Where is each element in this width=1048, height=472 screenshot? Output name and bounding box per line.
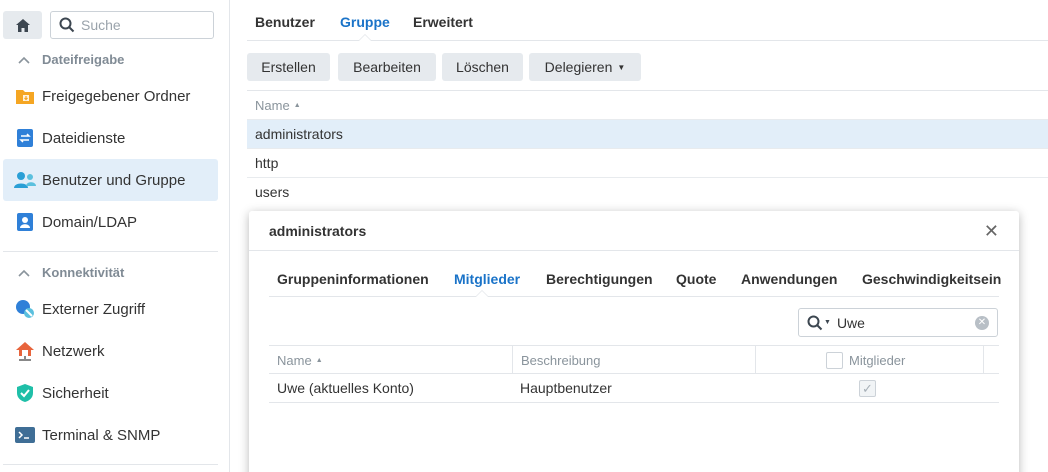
create-button[interactable]: Erstellen [247, 53, 330, 81]
table-row[interactable]: Uwe (aktuelles Konto) Hauptbenutzer ✓ [269, 374, 999, 403]
main-tabs: Benutzer Gruppe Erweitert [247, 0, 1048, 41]
users-icon [14, 169, 36, 191]
sidebar-item-label: Domain/LDAP [42, 213, 138, 231]
sort-asc-icon: ▲ [315, 356, 323, 364]
column-name[interactable]: Name ▲ [269, 346, 512, 374]
tab-geschwindigkeit[interactable]: Geschwindigkeitsein [862, 271, 1001, 287]
dialog-tabs: Gruppeninformationen Mitglieder Berechti… [269, 269, 1001, 297]
dialog-divider [249, 250, 1019, 251]
column-spacer [983, 346, 999, 374]
sidebar-item-terminal-snmp[interactable]: Terminal & SNMP [3, 414, 218, 456]
section-label: Konnektivität [42, 265, 125, 280]
search-input[interactable] [81, 17, 201, 33]
member-search-input[interactable] [836, 314, 967, 331]
table-header-name[interactable]: Name ▲ [247, 90, 1048, 119]
search-icon [807, 315, 823, 330]
sidebar-item-users-groups[interactable]: Benutzer und Gruppe [3, 159, 218, 201]
sidebar-item-label: Benutzer und Gruppe [42, 171, 186, 189]
sidebar-item-domain-ldap[interactable]: Domain/LDAP [3, 201, 218, 243]
member-description: Hauptbenutzer [520, 380, 612, 396]
tab-anwendungen[interactable]: Anwendungen [741, 271, 837, 287]
tab-quote[interactable]: Quote [676, 271, 716, 287]
sidebar-item-label: Sicherheit [42, 384, 109, 402]
shield-icon [14, 382, 36, 404]
select-all-checkbox[interactable] [826, 351, 843, 369]
sidebar-divider [3, 251, 218, 252]
sidebar-item-external-access[interactable]: Externer Zugriff [3, 288, 218, 330]
sidebar-item-label: Terminal & SNMP [42, 426, 161, 444]
network-icon [14, 340, 36, 362]
sort-asc-icon: ▲ [293, 101, 301, 109]
sidebar: Dateifreigabe Freigegebener Ordner Datei… [0, 0, 230, 472]
section-label: Dateifreigabe [42, 52, 125, 67]
tab-berechtigungen[interactable]: Berechtigungen [546, 271, 653, 287]
active-tab-indicator [358, 34, 372, 41]
caret-down-icon[interactable]: ▼ [824, 319, 831, 326]
external-access-icon [14, 298, 36, 320]
dialog-title: administrators [269, 223, 367, 239]
table-row[interactable]: users [247, 177, 1048, 206]
tab-mitglieder[interactable]: Mitglieder [454, 271, 520, 287]
section-dateifreigabe[interactable]: Dateifreigabe [18, 52, 124, 67]
member-checkbox-cell: ✓ [755, 374, 983, 402]
home-button[interactable] [3, 11, 42, 39]
chevron-up-icon [18, 265, 32, 280]
sidebar-item-shared-folder[interactable]: Freigegebener Ordner [3, 75, 218, 117]
edit-button[interactable]: Bearbeiten [338, 53, 436, 81]
delete-button[interactable]: Löschen [442, 53, 523, 81]
delegate-button[interactable]: Delegieren ▼ [529, 53, 641, 81]
sidebar-item-security[interactable]: Sicherheit [3, 372, 218, 414]
sidebar-item-network[interactable]: Netzwerk [3, 330, 218, 372]
section-konnektivitaet[interactable]: Konnektivität [18, 265, 124, 280]
member-search-field[interactable]: ▼ ✕ [798, 308, 998, 337]
sidebar-item-label: Dateidienste [42, 129, 126, 147]
group-dialog: administrators ✕ Gruppeninformationen Mi… [249, 211, 1019, 472]
tab-erweitert[interactable]: Erweitert [413, 14, 473, 30]
folder-icon [14, 85, 36, 107]
sidebar-item-label: Netzwerk [42, 342, 105, 360]
sidebar-divider [3, 464, 218, 465]
sidebar-item-label: Externer Zugriff [42, 300, 146, 318]
member-checkbox[interactable]: ✓ [859, 379, 876, 397]
close-icon[interactable]: ✕ [984, 221, 999, 242]
terminal-icon [14, 424, 36, 446]
sidebar-item-label: Freigegebener Ordner [42, 87, 191, 105]
table-row[interactable]: administrators [247, 119, 1048, 148]
active-tab-indicator [475, 290, 489, 297]
table-row[interactable]: http [247, 148, 1048, 177]
column-description[interactable]: Beschreibung [512, 346, 755, 374]
tab-gruppe[interactable]: Gruppe [340, 14, 390, 30]
column-name-label: Name [255, 97, 290, 113]
file-services-icon [14, 127, 36, 149]
member-name: Uwe (aktuelles Konto) [277, 380, 414, 396]
column-members-label: Mitglieder [849, 352, 906, 368]
column-members[interactable]: Mitglieder [755, 346, 983, 374]
members-table-header: Name ▲ Beschreibung Mitglieder [269, 345, 999, 374]
column-name-label: Name [277, 352, 312, 368]
tab-gruppeninformationen[interactable]: Gruppeninformationen [277, 271, 429, 287]
delegate-label: Delegieren [544, 59, 613, 75]
home-icon [15, 18, 30, 32]
caret-down-icon: ▼ [617, 62, 626, 72]
tab-benutzer[interactable]: Benutzer [255, 14, 315, 30]
clear-icon[interactable]: ✕ [975, 316, 989, 330]
search-icon [59, 17, 75, 33]
search-field[interactable] [50, 11, 214, 39]
chevron-up-icon [18, 52, 32, 67]
domain-icon [14, 211, 36, 233]
sidebar-item-file-services[interactable]: Dateidienste [3, 117, 218, 159]
column-description-label: Beschreibung [521, 352, 601, 368]
